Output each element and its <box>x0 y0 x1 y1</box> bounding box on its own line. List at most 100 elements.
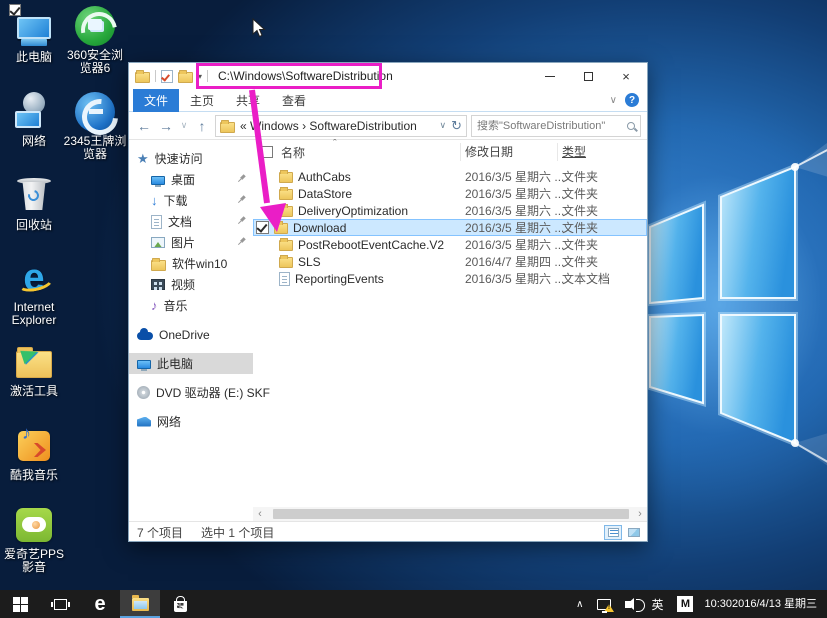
show-hidden-icons-chevron[interactable]: ∧ <box>569 590 590 618</box>
up-button[interactable]: ↑ <box>193 118 211 134</box>
file-row[interactable]: DeliveryOptimization 2016/3/5 星期六 ... 文件… <box>253 202 647 219</box>
maximize-button[interactable] <box>569 63 607 89</box>
properties-quick-icon[interactable] <box>161 70 173 83</box>
file-name[interactable]: SLS <box>298 255 321 269</box>
sidebar-quick-access[interactable]: ★ 快速访问 <box>129 148 253 169</box>
sidebar-item-desktop[interactable]: 桌面 <box>129 169 253 190</box>
ime-language-button[interactable]: 英 <box>644 590 670 618</box>
file-explorer-button[interactable] <box>120 590 160 618</box>
address-dropdown-caret-icon[interactable]: ∨ <box>440 120 447 131</box>
column-header-name[interactable]: 名称 <box>253 143 461 161</box>
thumbnail-view-button[interactable] <box>625 525 643 540</box>
horizontal-scrollbar[interactable]: ‹ › <box>253 507 647 521</box>
start-button[interactable] <box>0 590 40 618</box>
search-box[interactable] <box>471 115 641 137</box>
file-type: 文件夹 <box>558 202 598 219</box>
file-name[interactable]: ReportingEvents <box>295 272 384 286</box>
details-view-button[interactable] <box>604 525 622 540</box>
minimize-button[interactable] <box>531 63 569 89</box>
file-name[interactable]: AuthCabs <box>298 170 351 184</box>
sidebar-item-label: 网络 <box>157 413 181 430</box>
desktop-icon <box>151 176 165 185</box>
file-row[interactable]: DataStore 2016/3/5 星期六 ... 文件夹 <box>253 185 647 202</box>
help-icon[interactable]: ? <box>625 93 639 107</box>
file-type: 文件夹 <box>558 253 598 270</box>
ime-mode-button[interactable]: M <box>670 590 700 618</box>
desktop-icon-kuwo-music[interactable]: ♪ 酷我音乐 <box>4 426 64 482</box>
file-row[interactable]: ReportingEvents 2016/3/5 星期六 ... 文本文档 <box>253 270 647 287</box>
file-name[interactable]: DeliveryOptimization <box>298 204 408 218</box>
row-checkbox[interactable] <box>256 221 269 234</box>
file-name[interactable]: Download <box>293 221 346 235</box>
sidebar-item-music[interactable]: ♪ 音乐 <box>129 295 253 316</box>
desktop-icon-network[interactable]: 网络 <box>4 92 64 148</box>
pin-icon <box>235 172 248 185</box>
file-name[interactable]: PostRebootEventCache.V2 <box>298 238 444 252</box>
desktop-icon-2345-browser[interactable]: 2345王牌浏览器 <box>62 92 128 161</box>
sidebar-item-this-pc[interactable]: 此电脑 <box>129 353 253 374</box>
status-bar: 7 个项目 选中 1 个项目 <box>129 521 647 543</box>
file-date: 2016/3/5 星期六 ... <box>461 202 558 219</box>
column-header-date-modified[interactable]: 修改日期 <box>461 143 558 161</box>
title-bar[interactable]: ▾ C:\Windows\SoftwareDistribution × <box>129 63 647 89</box>
sidebar-item-documents[interactable]: 文档 <box>129 211 253 232</box>
desktop-icon-label: 网络 <box>22 135 46 148</box>
scroll-left-icon[interactable]: ‹ <box>253 507 267 521</box>
recent-locations-caret-icon[interactable]: ∨ <box>179 120 189 131</box>
clock[interactable]: 10:30 2016/4/13 星期三 <box>700 590 827 618</box>
desktop-icon-360-browser[interactable]: 360安全浏览器6 <box>62 6 128 75</box>
sidebar-item-videos[interactable]: 视频 <box>129 274 253 295</box>
tab-home[interactable]: 主页 <box>179 89 225 112</box>
file-name[interactable]: DataStore <box>298 187 352 201</box>
search-icon[interactable] <box>627 122 635 130</box>
expand-ribbon-caret-icon[interactable]: ∨ <box>610 95 617 106</box>
sidebar-item-onedrive[interactable]: OneDrive <box>129 324 253 345</box>
volume-tray-button[interactable] <box>618 590 644 618</box>
task-view-button[interactable] <box>40 590 80 618</box>
sidebar-item-downloads[interactable]: ↓ 下载 <box>129 190 253 211</box>
recycle-bin-icon <box>13 176 55 216</box>
desktop-icon-this-pc[interactable]: 此电脑 <box>4 8 64 64</box>
selection-checkbox[interactable] <box>9 4 21 16</box>
close-button[interactable]: × <box>607 63 645 89</box>
sidebar-item-network[interactable]: 网络 <box>129 411 253 432</box>
sidebar-item-dvd-drive[interactable]: DVD 驱动器 (E:) SKF <box>129 382 253 403</box>
tab-share[interactable]: 共享 <box>225 89 271 112</box>
refresh-icon[interactable]: ↻ <box>451 118 462 134</box>
breadcrumb-current[interactable]: SoftwareDistribution <box>309 119 416 133</box>
scroll-right-icon[interactable]: › <box>633 507 647 521</box>
network-tray-button[interactable] <box>590 590 618 618</box>
desktop-icon-recycle-bin[interactable]: 回收站 <box>4 176 64 232</box>
scrollbar-thumb[interactable] <box>273 509 629 519</box>
desktop-icon-internet-explorer[interactable]: e Internet Explorer <box>4 258 64 327</box>
breadcrumb[interactable]: « Windows › SoftwareDistribution <box>240 119 435 133</box>
sidebar-item-software-win10[interactable]: 软件win10 <box>129 253 253 274</box>
address-bar[interactable]: « Windows › SoftwareDistribution ∨ ↻ <box>215 115 467 137</box>
new-folder-quick-icon[interactable] <box>178 72 193 83</box>
select-all-checkbox[interactable] <box>261 146 273 158</box>
breadcrumb-root[interactable]: Windows <box>250 119 299 133</box>
clock-time: 10:30 <box>704 598 732 611</box>
tab-view[interactable]: 查看 <box>271 89 317 112</box>
store-button[interactable] <box>160 590 200 618</box>
pin-icon <box>235 214 248 227</box>
desktop-icon-label: 爱奇艺PPS 影音 <box>2 548 66 574</box>
picture-icon <box>151 237 165 248</box>
sidebar-item-pictures[interactable]: 图片 <box>129 232 253 253</box>
taskbar: e ∧ 英 M 10:30 2016/4/13 星期三 <box>0 590 827 618</box>
customize-toolbar-caret-icon[interactable]: ▾ <box>198 72 202 81</box>
tab-file[interactable]: 文件 <box>133 89 179 112</box>
desktop-icon-activation-tool[interactable]: 激活工具 <box>4 342 64 398</box>
file-row[interactable]: SLS 2016/4/7 星期四 ... 文件夹 <box>253 253 647 270</box>
forward-button[interactable]: → <box>157 118 175 134</box>
file-row[interactable]: AuthCabs 2016/3/5 星期六 ... 文件夹 <box>253 168 647 185</box>
warning-icon <box>604 604 614 612</box>
edge-icon: e <box>94 595 105 613</box>
edge-browser-button[interactable]: e <box>80 590 120 618</box>
file-row[interactable]: PostRebootEventCache.V2 2016/3/5 星期六 ...… <box>253 236 647 253</box>
column-header-type[interactable]: 类型 <box>558 143 586 161</box>
back-button[interactable]: ← <box>135 118 153 134</box>
desktop-icon-iqiyi-pps[interactable]: 爱奇艺PPS 影音 <box>2 505 66 574</box>
file-row-selected[interactable]: Download 2016/3/5 星期六 ... 文件夹 <box>253 219 647 236</box>
search-input[interactable] <box>477 120 627 132</box>
